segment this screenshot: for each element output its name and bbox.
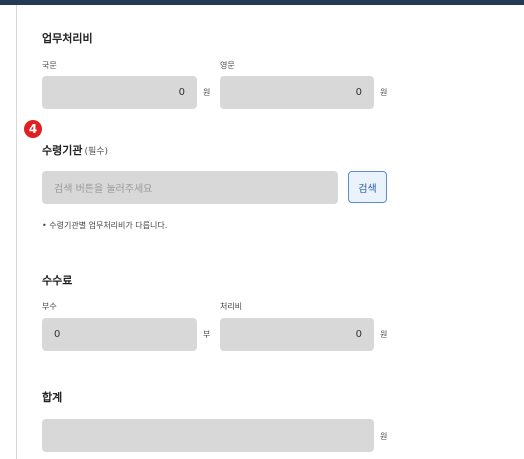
copies-unit: 부: [203, 330, 211, 339]
left-border: [16, 5, 17, 459]
step-badge: 4: [24, 120, 42, 138]
fee-title: 수수료: [42, 274, 73, 287]
english-fee-value: 0: [355, 87, 362, 98]
english-fee-unit: 원: [380, 88, 388, 97]
total-field[interactable]: [42, 419, 374, 452]
copies-label: 부수: [42, 302, 57, 311]
copies-field[interactable]: 0: [42, 318, 197, 351]
search-button[interactable]: 검색: [348, 171, 387, 203]
processing-field[interactable]: 0: [220, 318, 374, 351]
recipient-title: 수령기관 (필수): [42, 142, 108, 158]
korean-fee-value: 0: [178, 87, 185, 98]
required-text: (필수): [84, 147, 109, 157]
korean-fee-field[interactable]: 0: [42, 76, 197, 109]
english-fee-label: 영문: [220, 61, 235, 70]
korean-fee-unit: 원: [203, 88, 211, 97]
total-title: 합계: [42, 391, 63, 404]
recipient-note: • 수령기관별 업무처리비가 다릅니다.: [42, 221, 168, 230]
work-fee-title: 업무처리비: [42, 32, 93, 45]
processing-label: 처리비: [220, 302, 243, 311]
top-bar: [0, 0, 524, 5]
processing-value: 0: [355, 329, 362, 340]
copies-value: 0: [54, 329, 61, 340]
recipient-search-input[interactable]: 검색 버튼을 눌러주세요: [42, 171, 338, 204]
total-unit: 원: [380, 432, 388, 441]
processing-unit: 원: [380, 330, 388, 339]
korean-fee-label: 국문: [42, 61, 57, 70]
recipient-title-text: 수령기관: [42, 144, 83, 157]
english-fee-field[interactable]: 0: [220, 76, 374, 109]
recipient-search-placeholder: 검색 버튼을 눌러주세요: [54, 184, 153, 195]
